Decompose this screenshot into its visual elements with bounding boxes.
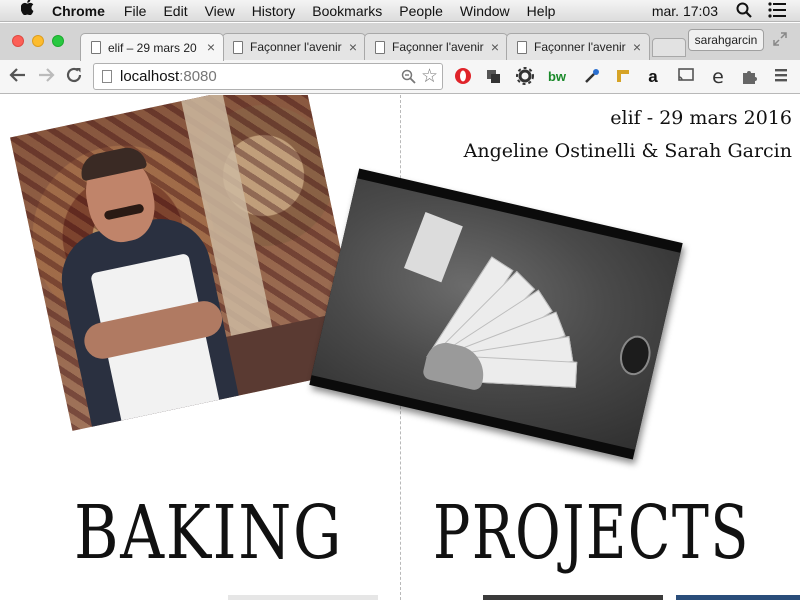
- headline-projects: PROJECTS: [433, 490, 750, 576]
- gear-icon[interactable]: [515, 67, 535, 87]
- zoom-icon[interactable]: [401, 69, 416, 84]
- reload-icon[interactable]: [63, 66, 85, 88]
- tab-strip: elif – 29 mars 20 × Façonner l'avenir × …: [0, 23, 800, 61]
- close-icon[interactable]: ×: [633, 39, 641, 55]
- menubar-clock[interactable]: mar. 17:03: [652, 3, 718, 19]
- photo-object: [616, 332, 655, 379]
- url-port: :8080: [179, 68, 217, 85]
- apple-icon[interactable]: [18, 0, 38, 22]
- menu-edit[interactable]: Edit: [163, 0, 187, 22]
- below-fold-image: [483, 595, 663, 600]
- below-fold-text: [228, 595, 378, 600]
- page-icon: [517, 40, 527, 54]
- authors: Angeline Ostinelli & Sarah Garcin: [463, 140, 792, 162]
- spotlight-icon[interactable]: [736, 2, 754, 20]
- page-content: elif - 29 mars 2016 Angeline Ostinelli &…: [0, 95, 800, 600]
- photo-scene: [311, 178, 681, 450]
- menu-window[interactable]: Window: [460, 0, 510, 22]
- close-icon[interactable]: ×: [349, 39, 357, 55]
- page-icon: [233, 40, 243, 54]
- back-icon[interactable]: [7, 66, 29, 88]
- forward-icon[interactable]: [35, 66, 57, 88]
- puzzle-icon[interactable]: [739, 67, 759, 87]
- headline-baking: BAKING: [74, 490, 344, 576]
- bookmark-star-icon[interactable]: ☆: [421, 65, 438, 88]
- below-fold-image: [676, 595, 800, 600]
- stamp-icon[interactable]: [483, 67, 503, 87]
- menu-icon[interactable]: [771, 67, 791, 87]
- close-icon[interactable]: ×: [491, 39, 499, 55]
- bw-icon[interactable]: bw: [547, 67, 567, 87]
- fullscreen-icon[interactable]: [773, 32, 789, 48]
- opera-icon[interactable]: [453, 67, 473, 87]
- envelopes-photo: [309, 168, 683, 460]
- page-header: elif - 29 mars 2016 Angeline Ostinelli &…: [464, 105, 792, 165]
- menu-chrome[interactable]: Chrome: [52, 0, 105, 22]
- close-icon[interactable]: ×: [207, 39, 215, 55]
- tab-title: Façonner l'avenir: [250, 40, 342, 54]
- menu-bar: Chrome File Edit View History Bookmarks …: [0, 0, 800, 22]
- profile-button[interactable]: sarahgarcin: [688, 29, 764, 51]
- menu-help[interactable]: Help: [527, 0, 556, 22]
- menu-people[interactable]: People: [399, 0, 443, 22]
- tab-faconner-2[interactable]: Façonner l'avenir ×: [364, 33, 508, 60]
- tab-title: Façonner l'avenir: [534, 40, 626, 54]
- notification-center-icon[interactable]: [768, 2, 786, 20]
- event-title: elif - 29 mars 2016: [610, 107, 792, 129]
- tab-faconner-3[interactable]: Façonner l'avenir ×: [506, 33, 650, 60]
- window-zoom-icon[interactable]: [52, 35, 64, 47]
- url-host: localhost: [120, 68, 180, 85]
- menu-bookmarks[interactable]: Bookmarks: [312, 0, 382, 22]
- menu-history[interactable]: History: [252, 0, 296, 22]
- window-minimize-icon[interactable]: [32, 35, 44, 47]
- page-icon: [102, 70, 112, 83]
- e-icon[interactable]: e: [708, 67, 728, 87]
- photo-card: [403, 212, 463, 283]
- menu-file[interactable]: File: [124, 0, 147, 22]
- url-text[interactable]: localhost:8080: [120, 68, 217, 85]
- cast-icon[interactable]: [676, 67, 696, 87]
- tab-title: Façonner l'avenir: [392, 40, 484, 54]
- tab-faconner-1[interactable]: Façonner l'avenir ×: [222, 33, 366, 60]
- below-fold-content: [0, 595, 800, 600]
- tab-elif[interactable]: elif – 29 mars 20 ×: [80, 33, 224, 61]
- menu-view[interactable]: View: [205, 0, 235, 22]
- browser-toolbar: localhost:8080 ☆ bw a e: [0, 60, 800, 94]
- page-icon: [91, 41, 101, 54]
- window-close-icon[interactable]: [12, 35, 24, 47]
- new-tab-button[interactable]: [652, 38, 686, 57]
- page-icon: [375, 40, 385, 54]
- tab-title: elif – 29 mars 20: [108, 40, 197, 55]
- eyedropper-icon[interactable]: [582, 67, 602, 87]
- amazon-icon[interactable]: a: [643, 67, 663, 87]
- address-bar[interactable]: localhost:8080 ☆: [93, 63, 443, 90]
- ruler-icon[interactable]: [613, 67, 633, 87]
